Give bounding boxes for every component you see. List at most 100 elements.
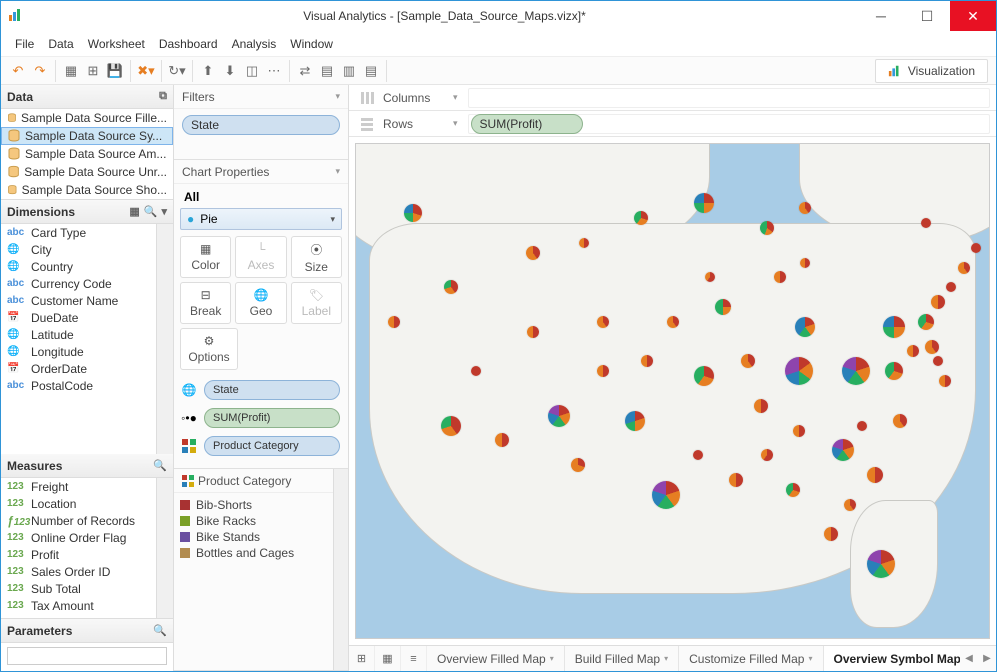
legend-item[interactable]: Bike Racks xyxy=(180,513,342,529)
redo-icon[interactable]: ↷ xyxy=(31,62,49,80)
search-icon[interactable]: 🔍 xyxy=(153,624,167,637)
map-pie-symbol[interactable] xyxy=(946,282,956,292)
measure-field[interactable]: 123Freight xyxy=(1,478,173,495)
map-pie-symbol[interactable] xyxy=(844,499,856,511)
rows-pill-sumprofit[interactable]: SUM(Profit) xyxy=(471,114,583,134)
dimension-field[interactable]: 🌐Country xyxy=(1,258,173,275)
map-pie-symbol[interactable] xyxy=(958,262,970,274)
map-pie-symbol[interactable] xyxy=(597,365,609,377)
map-pie-symbol[interactable] xyxy=(786,483,800,497)
map-pie-symbol[interactable] xyxy=(971,243,981,253)
visualization-button[interactable]: Visualization xyxy=(875,59,988,83)
sheet-tab[interactable]: Overview Symbol Map▾ xyxy=(824,646,961,671)
rows-drop-area[interactable]: SUM(Profit) xyxy=(468,114,990,134)
map-pie-symbol[interactable] xyxy=(832,439,854,461)
dimension-field[interactable]: 📅DueDate xyxy=(1,309,173,326)
rows-shelf[interactable]: Rows ▾ SUM(Profit) xyxy=(349,111,996,137)
map-pie-symbol[interactable] xyxy=(931,295,945,309)
tabs-next-icon[interactable]: ▶ xyxy=(978,646,996,671)
map-pie-symbol[interactable] xyxy=(667,316,679,328)
map-pie-symbol[interactable] xyxy=(918,314,934,330)
dimension-field[interactable]: 🌐City xyxy=(1,241,173,258)
map-pie-symbol[interactable] xyxy=(741,354,755,368)
legend-item[interactable]: Bike Stands xyxy=(180,529,342,545)
dimension-field[interactable]: 🌐Longitude xyxy=(1,343,173,360)
mark-type-select[interactable]: ● Pie ▾ xyxy=(180,208,342,230)
link-icon[interactable]: ⧉ xyxy=(159,90,167,103)
map-pie-symbol[interactable] xyxy=(799,202,811,214)
map-pie-symbol[interactable] xyxy=(715,299,731,315)
map-pie-symbol[interactable] xyxy=(885,362,903,380)
map-pie-symbol[interactable] xyxy=(597,316,609,328)
map-pie-symbol[interactable] xyxy=(907,345,919,357)
map-pie-symbol[interactable] xyxy=(694,193,714,213)
encoding-color[interactable]: Product Category xyxy=(180,432,342,460)
map-pie-symbol[interactable] xyxy=(785,357,813,385)
sort-asc-icon[interactable]: ⬆ xyxy=(199,62,217,80)
measure-field[interactable]: 123Online Order Flag xyxy=(1,529,173,546)
map-pie-symbol[interactable] xyxy=(441,416,461,436)
prop-break-button[interactable]: ⊟Break xyxy=(180,282,231,324)
maximize-button[interactable]: ☐ xyxy=(904,1,950,31)
rows-dropdown-icon[interactable]: ▾ xyxy=(453,118,458,129)
filters-header[interactable]: Filters▾ xyxy=(174,85,348,109)
map-pie-symbol[interactable] xyxy=(761,449,773,461)
parameter-input[interactable] xyxy=(7,647,167,665)
new-dashboard-icon[interactable]: ▦ xyxy=(375,646,401,671)
save-icon[interactable]: 💾 xyxy=(106,62,124,80)
map-pie-symbol[interactable] xyxy=(867,550,895,578)
map-pie-symbol[interactable] xyxy=(404,204,422,222)
prop-axes-button[interactable]: └Axes xyxy=(235,236,286,278)
measure-field[interactable]: 123Tax Amount xyxy=(1,597,173,614)
map-pie-symbol[interactable] xyxy=(795,317,815,337)
map-pie-symbol[interactable] xyxy=(933,356,943,366)
map-pie-symbol[interactable] xyxy=(921,218,931,228)
map-pie-symbol[interactable] xyxy=(705,272,715,282)
align-left-icon[interactable]: ▤ xyxy=(318,62,336,80)
map-pie-symbol[interactable] xyxy=(652,481,680,509)
map-pie-symbol[interactable] xyxy=(883,316,905,338)
menu-file[interactable]: File xyxy=(15,37,34,51)
map-pie-symbol[interactable] xyxy=(939,375,951,387)
chart1-icon[interactable]: ◫ xyxy=(243,62,261,80)
new-worksheet-icon[interactable]: ⊞ xyxy=(349,646,375,671)
measure-field[interactable]: 123Sales Order ID xyxy=(1,563,173,580)
datasource-item[interactable]: Sample Data Source Fille... xyxy=(1,109,173,127)
map-pie-symbol[interactable] xyxy=(694,366,714,386)
measure-field[interactable]: 123Profit xyxy=(1,546,173,563)
map-pie-symbol[interactable] xyxy=(893,414,907,428)
map-pie-symbol[interactable] xyxy=(471,366,481,376)
tabs-prev-icon[interactable]: ◀ xyxy=(960,646,978,671)
dimension-field[interactable]: abcCustomer Name xyxy=(1,292,173,309)
sheet-tab[interactable]: Overview Filled Map▾ xyxy=(427,646,565,671)
map-pie-symbol[interactable] xyxy=(641,355,653,367)
measure-field[interactable]: 123Location xyxy=(1,495,173,512)
encoding-size[interactable]: ◦•●SUM(Profit) xyxy=(180,404,342,432)
legend-header[interactable]: Product Category▾ xyxy=(174,469,348,493)
map-pie-symbol[interactable] xyxy=(867,467,883,483)
new-dash-icon[interactable]: ⊞ xyxy=(84,62,102,80)
map-pie-symbol[interactable] xyxy=(495,433,509,447)
datasource-item[interactable]: Sample Data Source Sho... xyxy=(1,181,173,199)
refresh-icon[interactable]: ↻▾ xyxy=(168,62,186,80)
map-pie-symbol[interactable] xyxy=(793,425,805,437)
prop-geo-button[interactable]: 🌐Geo xyxy=(235,282,286,324)
datasource-item[interactable]: Sample Data Source Sy... xyxy=(1,127,173,145)
sheet-tab[interactable]: Build Filled Map▾ xyxy=(565,646,679,671)
datasource-item[interactable]: Sample Data Source Am... xyxy=(1,145,173,163)
map-pie-symbol[interactable] xyxy=(824,527,838,541)
map-pie-symbol[interactable] xyxy=(774,271,786,283)
map-pie-symbol[interactable] xyxy=(925,340,939,354)
search-icon[interactable]: 🔍 xyxy=(153,459,167,472)
prop-size-button[interactable]: ⦿Size xyxy=(291,236,342,278)
clear-icon[interactable]: ✖▾ xyxy=(137,62,155,80)
prop-color-button[interactable]: ▦Color xyxy=(180,236,231,278)
map-canvas[interactable] xyxy=(355,143,990,639)
minimize-button[interactable]: ─ xyxy=(858,1,904,31)
dimension-field[interactable]: 📅OrderDate xyxy=(1,360,173,377)
encoding-geo[interactable]: 🌐State xyxy=(180,376,342,404)
chart2-icon[interactable]: ⋯ xyxy=(265,62,283,80)
sort-desc-icon[interactable]: ⬇ xyxy=(221,62,239,80)
map-pie-symbol[interactable] xyxy=(625,411,645,431)
menu-worksheet[interactable]: Worksheet xyxy=(88,37,145,51)
